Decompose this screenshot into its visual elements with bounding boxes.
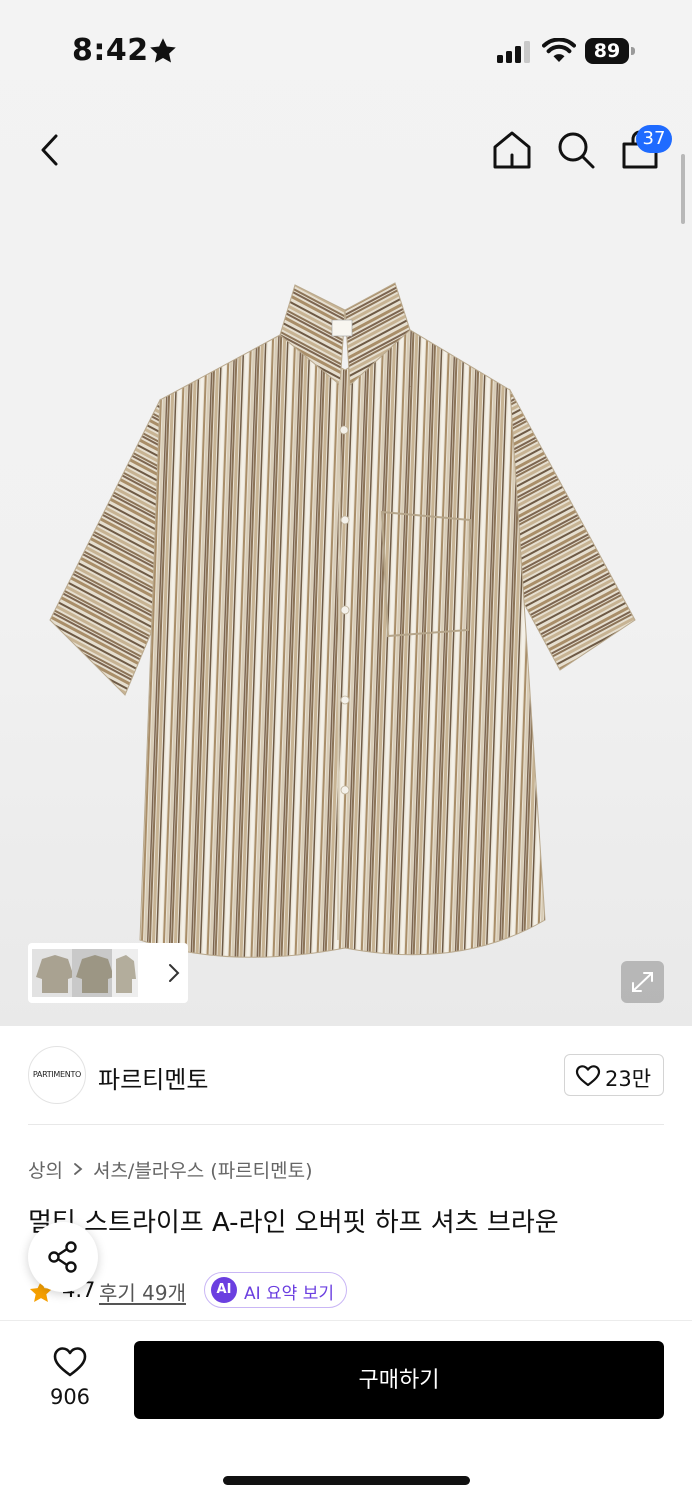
product-image-area[interactable]: 8:42 89 37 <box>0 0 692 1026</box>
heart-outline-icon[interactable] <box>52 1345 88 1379</box>
brand-like-count: 23만 <box>605 1067 652 1091</box>
battery-icon: 89 <box>585 38 635 64</box>
wifi-icon <box>542 38 576 62</box>
ai-badge-icon: AI <box>211 1277 237 1303</box>
heart-outline-icon <box>575 1065 601 1087</box>
breadcrumb: 상의 셔츠/블라우스 (파르티멘토) <box>28 1156 313 1182</box>
back-icon[interactable] <box>32 128 72 172</box>
share-button[interactable] <box>28 1222 98 1292</box>
brand-like-button[interactable]: 23만 <box>564 1054 664 1096</box>
cart-count-badge: 37 <box>636 125 672 153</box>
chevron-right-icon[interactable] <box>164 961 184 985</box>
cellular-signal-icon <box>497 41 530 63</box>
breadcrumb-item-top[interactable]: 상의 <box>28 1156 63 1183</box>
share-icon <box>48 1241 77 1273</box>
home-icon[interactable] <box>490 128 534 172</box>
ai-summary-button[interactable]: AI AI 요약 보기 <box>204 1272 347 1308</box>
product-title: 멀티 스트라이프 A-라인 오버핏 하프 셔츠 브라운 <box>28 1208 559 1238</box>
star-icon <box>150 38 176 63</box>
search-icon[interactable] <box>554 128 598 172</box>
brand-logo[interactable]: PARTIMENTO <box>28 1046 86 1104</box>
wish-count: 906 <box>49 1385 91 1409</box>
status-bar: 8:42 89 <box>0 0 692 100</box>
home-indicator <box>223 1476 470 1485</box>
thumbnail-strip[interactable] <box>28 943 188 1003</box>
product-image[interactable] <box>40 280 650 970</box>
scrollbar[interactable] <box>681 154 685 224</box>
buy-button[interactable]: 구매하기 <box>134 1341 664 1419</box>
thumbnail-3[interactable] <box>112 949 138 997</box>
chevron-right-icon <box>74 1163 83 1175</box>
battery-level: 89 <box>585 38 629 64</box>
fullscreen-expand-icon[interactable] <box>621 961 664 1003</box>
breadcrumb-item-category[interactable]: 셔츠/블라우스 (파르티멘토) <box>93 1156 313 1183</box>
ai-summary-label: AI 요약 보기 <box>244 1284 335 1304</box>
divider <box>28 1124 664 1125</box>
status-time: 8:42 <box>72 33 149 68</box>
brand-name[interactable]: 파르티멘토 <box>98 1060 208 1095</box>
reviews-link[interactable]: 후기 49개 <box>99 1277 186 1306</box>
